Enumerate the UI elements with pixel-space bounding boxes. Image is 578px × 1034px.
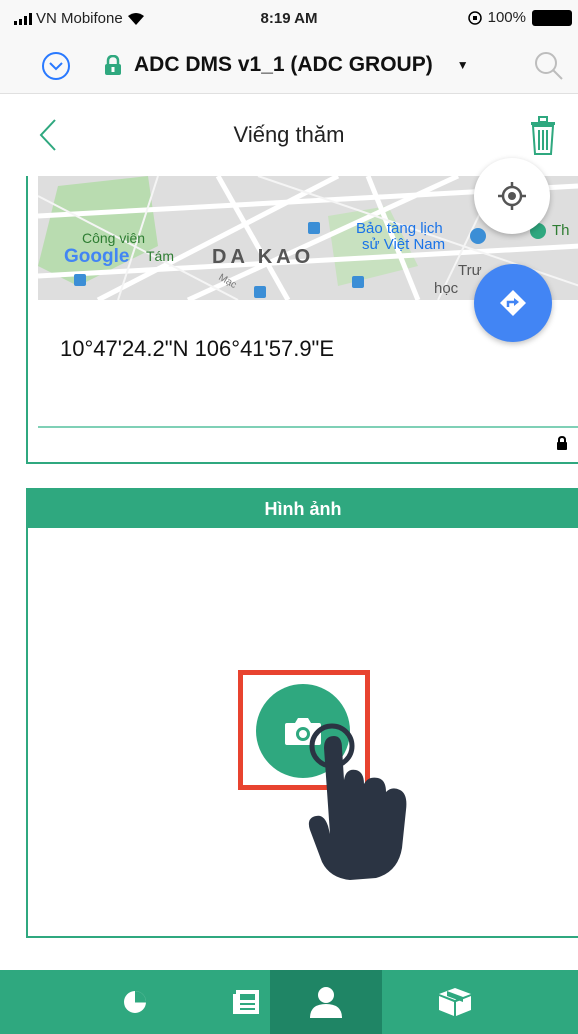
page-title: Viếng thăm [233, 122, 345, 147]
battery-info: 100% [467, 9, 572, 26]
user-icon [310, 987, 342, 1018]
app-title: ADC DMS v1_1 (ADC GROUP) [134, 53, 433, 76]
divider [38, 426, 578, 428]
google-logo: Google [64, 246, 130, 267]
directions-button[interactable] [474, 264, 552, 342]
tab-customers[interactable] [270, 970, 382, 1034]
caret-down-icon: ▼ [456, 58, 469, 72]
tab-dashboard[interactable] [0, 970, 270, 1034]
pie-chart-icon [124, 991, 146, 1013]
map-label-district: DA KAO [212, 246, 315, 268]
map-label-museum-1: Bảo tàng lịch [356, 220, 443, 237]
location-card: Công viên Google Tám DA KAO Bảo tàng lịc… [26, 158, 578, 464]
coordinates-text: 10°47'24.2"N 106°41'57.9"E [60, 336, 335, 361]
chevron-down-icon [49, 62, 63, 71]
battery-icon [532, 9, 572, 26]
map-label-museum-2: sử Việt Nam [362, 236, 446, 253]
map-label-th: Th [552, 222, 570, 239]
map-label-hoc: học [434, 280, 459, 297]
orientation-lock-icon [467, 10, 482, 25]
map-label-tam: Tám [146, 248, 174, 264]
battery-percent: 100% [487, 9, 526, 26]
app-header: ADC DMS v1_1 (ADC GROUP) ▼ [0, 38, 578, 94]
tap-hand-icon [306, 722, 436, 887]
directions-icon [500, 290, 526, 316]
my-location-button[interactable] [474, 158, 550, 234]
tab-products[interactable] [382, 970, 578, 1034]
search-button[interactable] [534, 51, 564, 86]
newspaper-icon [233, 990, 259, 1014]
trash-icon [531, 116, 555, 155]
lock-icon [556, 435, 568, 455]
app-switcher-button[interactable] [42, 52, 70, 80]
bottom-tab-bar [0, 970, 578, 1034]
image-section-title: Hình ảnh [28, 490, 578, 528]
search-icon [535, 52, 563, 80]
delete-button[interactable] [528, 116, 558, 161]
map-label-truong: Trư [458, 262, 482, 279]
status-bar: VN Mobifone 8:19 AM 100% [0, 0, 578, 38]
box-icon [439, 988, 471, 1016]
image-section: Hình ảnh [26, 488, 578, 938]
crosshair-icon [498, 182, 526, 210]
map-label-park: Công viên [82, 230, 146, 246]
lock-icon [105, 55, 121, 75]
app-title-dropdown[interactable]: ADC DMS v1_1 (ADC GROUP) ▼ [104, 53, 469, 77]
